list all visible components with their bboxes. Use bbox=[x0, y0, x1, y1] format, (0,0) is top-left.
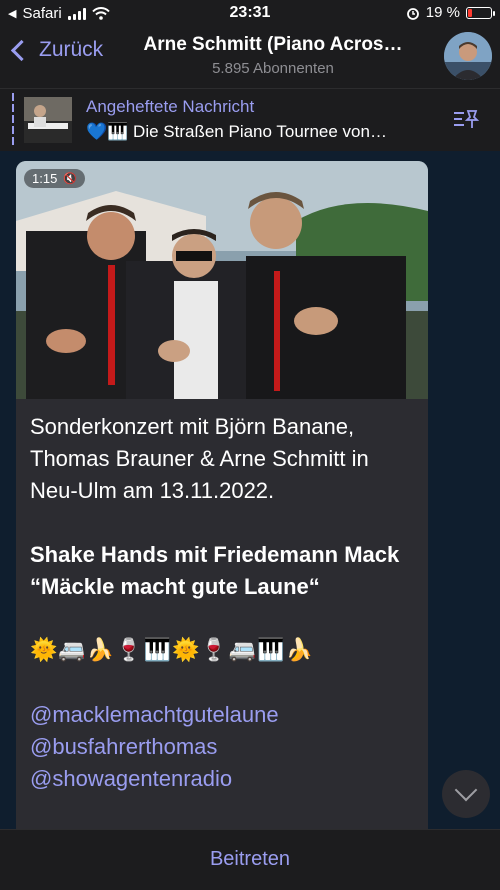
pinned-label: Angeheftete Nachricht bbox=[86, 97, 255, 116]
mention-link[interactable]: @macklemachtgutelaune bbox=[30, 699, 414, 731]
pinned-indicator bbox=[12, 93, 14, 147]
muted-icon[interactable]: 🔇 bbox=[63, 172, 77, 185]
mention-link[interactable]: @showagentenradio bbox=[30, 763, 414, 795]
chevron-left-icon bbox=[10, 39, 33, 61]
emoji-line: 🌞🚐🍌🍷🎹🌞🍷🚐🎹🍌 bbox=[30, 638, 314, 663]
message-paragraph-2: Shake Hands mit Friedemann Mack “Mäckle … bbox=[30, 542, 400, 599]
video-duration: 1:15 bbox=[32, 171, 58, 186]
battery-percent: 19 % bbox=[425, 4, 460, 21]
subscriber-count: 5.895 Abonnenten bbox=[212, 60, 334, 77]
mention-link[interactable]: @busfahrerthomas bbox=[30, 731, 414, 763]
join-button[interactable]: Beitreten bbox=[0, 848, 500, 871]
message-text: Sonderkonzert mit Björn Banane, Thomas B… bbox=[16, 399, 428, 795]
bottom-bar: Beitreten bbox=[0, 829, 500, 890]
avatar-photo bbox=[444, 32, 492, 80]
pin-list-icon[interactable] bbox=[452, 107, 480, 131]
message-bubble[interactable]: 1:15 🔇 Sonderkonzert mit Björn Banane, T… bbox=[16, 161, 428, 829]
battery-icon bbox=[466, 6, 495, 19]
status-bar: ◀ Safari 23:31 19 % bbox=[0, 0, 500, 26]
video-photo bbox=[16, 161, 428, 399]
pinned-text: 💙🎹 Die Straßen Piano Tournee von… bbox=[86, 122, 387, 141]
channel-avatar[interactable] bbox=[444, 32, 492, 80]
video-duration-badge: 1:15 🔇 bbox=[24, 169, 86, 188]
pinned-thumbnail bbox=[24, 97, 72, 143]
status-right: 19 % bbox=[406, 4, 495, 21]
back-button[interactable]: Zurück bbox=[10, 38, 103, 62]
scroll-to-bottom-button[interactable] bbox=[442, 770, 490, 818]
pinned-message-bar[interactable]: Angeheftete Nachricht 💙🎹 Die Straßen Pia… bbox=[0, 88, 500, 152]
channel-title[interactable]: Arne Schmitt (Piano Acros… bbox=[118, 34, 428, 56]
message-paragraph-1: Sonderkonzert mit Björn Banane, Thomas B… bbox=[30, 414, 369, 503]
video-thumbnail[interactable]: 1:15 🔇 bbox=[16, 161, 428, 399]
battery-fill bbox=[468, 8, 472, 17]
alarm-icon bbox=[406, 7, 419, 20]
nav-bar: Zurück Arne Schmitt (Piano Acros… 5.895 … bbox=[0, 26, 500, 88]
chat-area[interactable]: 1:15 🔇 Sonderkonzert mit Björn Banane, T… bbox=[0, 151, 500, 829]
chevron-down-icon bbox=[454, 778, 478, 802]
back-label: Zurück bbox=[39, 38, 104, 61]
